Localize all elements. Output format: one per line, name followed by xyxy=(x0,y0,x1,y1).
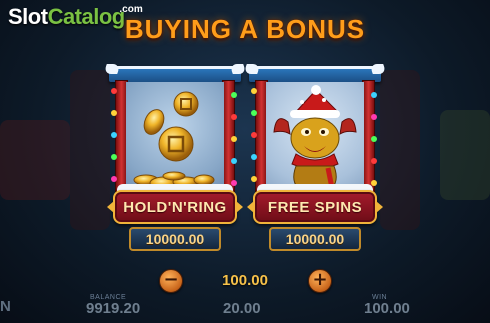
increase-bet-button[interactable]: + xyxy=(308,269,332,293)
christmas-lights xyxy=(251,82,259,194)
balance-value: 9919.20 xyxy=(86,300,141,317)
gold-coins-icon xyxy=(133,91,215,190)
free-spins-button[interactable]: FREE SPINS xyxy=(247,190,383,224)
coins-illustration xyxy=(126,82,224,192)
win-value: 100.00 xyxy=(364,300,410,317)
dragon-santa-icon xyxy=(273,85,357,191)
bonus-option-hold-n-ring[interactable]: HOLD'N'RING 10000.00 xyxy=(107,66,243,256)
bet-total-value: 20.00 xyxy=(223,300,261,317)
status-bar: N BALANCE 9919.20 20.00 WIN 100.00 xyxy=(0,292,490,323)
christmas-lights xyxy=(371,82,379,194)
decrease-bet-button[interactable]: − xyxy=(159,269,183,293)
hold-n-ring-button[interactable]: HOLD'N'RING xyxy=(107,190,243,224)
page-title: BUYING A BONUS xyxy=(124,14,366,44)
bonus-option-free-spins[interactable]: FREE SPINS 10000.00 xyxy=(247,66,383,256)
footer-left-fragment: N xyxy=(0,298,11,315)
dragon-illustration xyxy=(266,82,364,192)
bet-value: 100.00 xyxy=(222,272,268,289)
christmas-lights xyxy=(111,82,119,194)
hold-n-ring-price: 10000.00 xyxy=(129,227,221,251)
christmas-lights xyxy=(231,82,239,194)
free-spins-price: 10000.00 xyxy=(269,227,361,251)
